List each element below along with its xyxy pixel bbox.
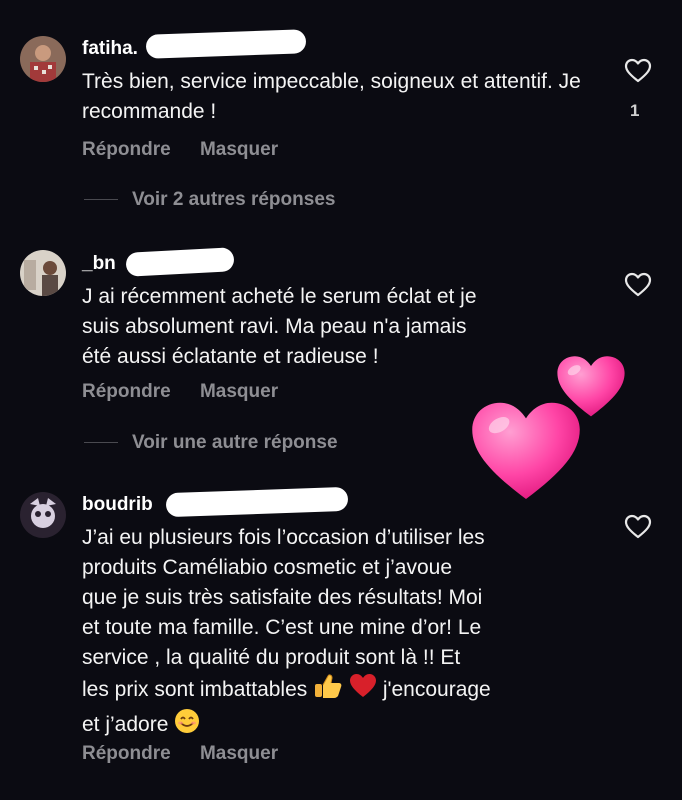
comment-text: J ai récemment acheté le serum éclat et … <box>82 282 602 372</box>
divider-line <box>84 199 118 201</box>
hide-button[interactable]: Masquer <box>200 381 278 402</box>
comment-text-line: J ai récemment acheté le serum éclat et … <box>82 285 477 308</box>
comment-text-line: été aussi éclatante et radieuse ! <box>82 345 379 368</box>
comment-actions: Répondre Masquer <box>82 743 302 765</box>
comment-actions: Répondre Masquer <box>82 139 302 161</box>
comment-text-fragment: les prix sont imbattables <box>82 678 308 701</box>
comment-actions: Répondre Masquer <box>82 381 302 403</box>
comment-text-line: les prix sont imbattables j'encourage <box>82 673 602 708</box>
view-more-replies-label: Voir une autre réponse <box>132 432 338 453</box>
avatar[interactable] <box>20 36 66 82</box>
reply-button[interactable]: Répondre <box>82 381 171 402</box>
thumbs-up-emoji-icon <box>313 673 343 708</box>
view-more-replies-label: Voir 2 autres réponses <box>132 189 336 210</box>
view-more-replies[interactable]: Voir une autre réponse <box>84 432 338 454</box>
username[interactable]: boudrib <box>82 494 153 516</box>
reply-button[interactable]: Répondre <box>82 743 171 764</box>
comment-text-line: service , la qualité du produit sont là … <box>82 646 461 669</box>
red-heart-emoji-icon <box>349 673 377 708</box>
comment-text-fragment: et j’adore <box>82 713 169 736</box>
heart-outline-icon[interactable] <box>624 514 652 540</box>
heart-outline-icon[interactable] <box>624 58 652 84</box>
comment-text-line: et toute ma famille. C’est une mine d’or… <box>82 616 482 639</box>
pink-heart-sticker <box>470 400 582 509</box>
divider-line <box>84 442 118 444</box>
comment-text-line: produits Caméliabio cosmetic et j’avoue <box>82 556 453 579</box>
reply-button[interactable]: Répondre <box>82 139 171 160</box>
like-count: 1 <box>630 101 640 120</box>
comment-text-line: et j’adore <box>82 708 602 743</box>
avatar[interactable] <box>20 250 66 296</box>
comment-text-line: suis absolument ravi. Ma peau n'a jamais <box>82 315 467 338</box>
comment-text-line: que je suis très satisfaite des résultat… <box>82 586 483 609</box>
redaction-mark <box>165 486 349 518</box>
redaction-mark <box>125 247 235 277</box>
heart-outline-icon[interactable] <box>624 272 652 298</box>
hide-button[interactable]: Masquer <box>200 743 278 764</box>
username[interactable]: _bn <box>82 253 116 275</box>
avatar[interactable] <box>20 492 66 538</box>
comment-text: Très bien, service impeccable, soigneux … <box>82 70 581 123</box>
hide-button[interactable]: Masquer <box>200 139 278 160</box>
comment-text-fragment: j'encourage <box>382 678 491 701</box>
comment-text: J’ai eu plusieurs fois l’occasion d’util… <box>82 523 602 743</box>
username[interactable]: fatiha. <box>82 38 138 60</box>
comment-text-line: J’ai eu plusieurs fois l’occasion d’util… <box>82 526 485 549</box>
smiling-face-emoji-icon <box>174 708 200 743</box>
view-more-replies[interactable]: Voir 2 autres réponses <box>84 189 335 211</box>
redaction-mark <box>145 29 307 59</box>
